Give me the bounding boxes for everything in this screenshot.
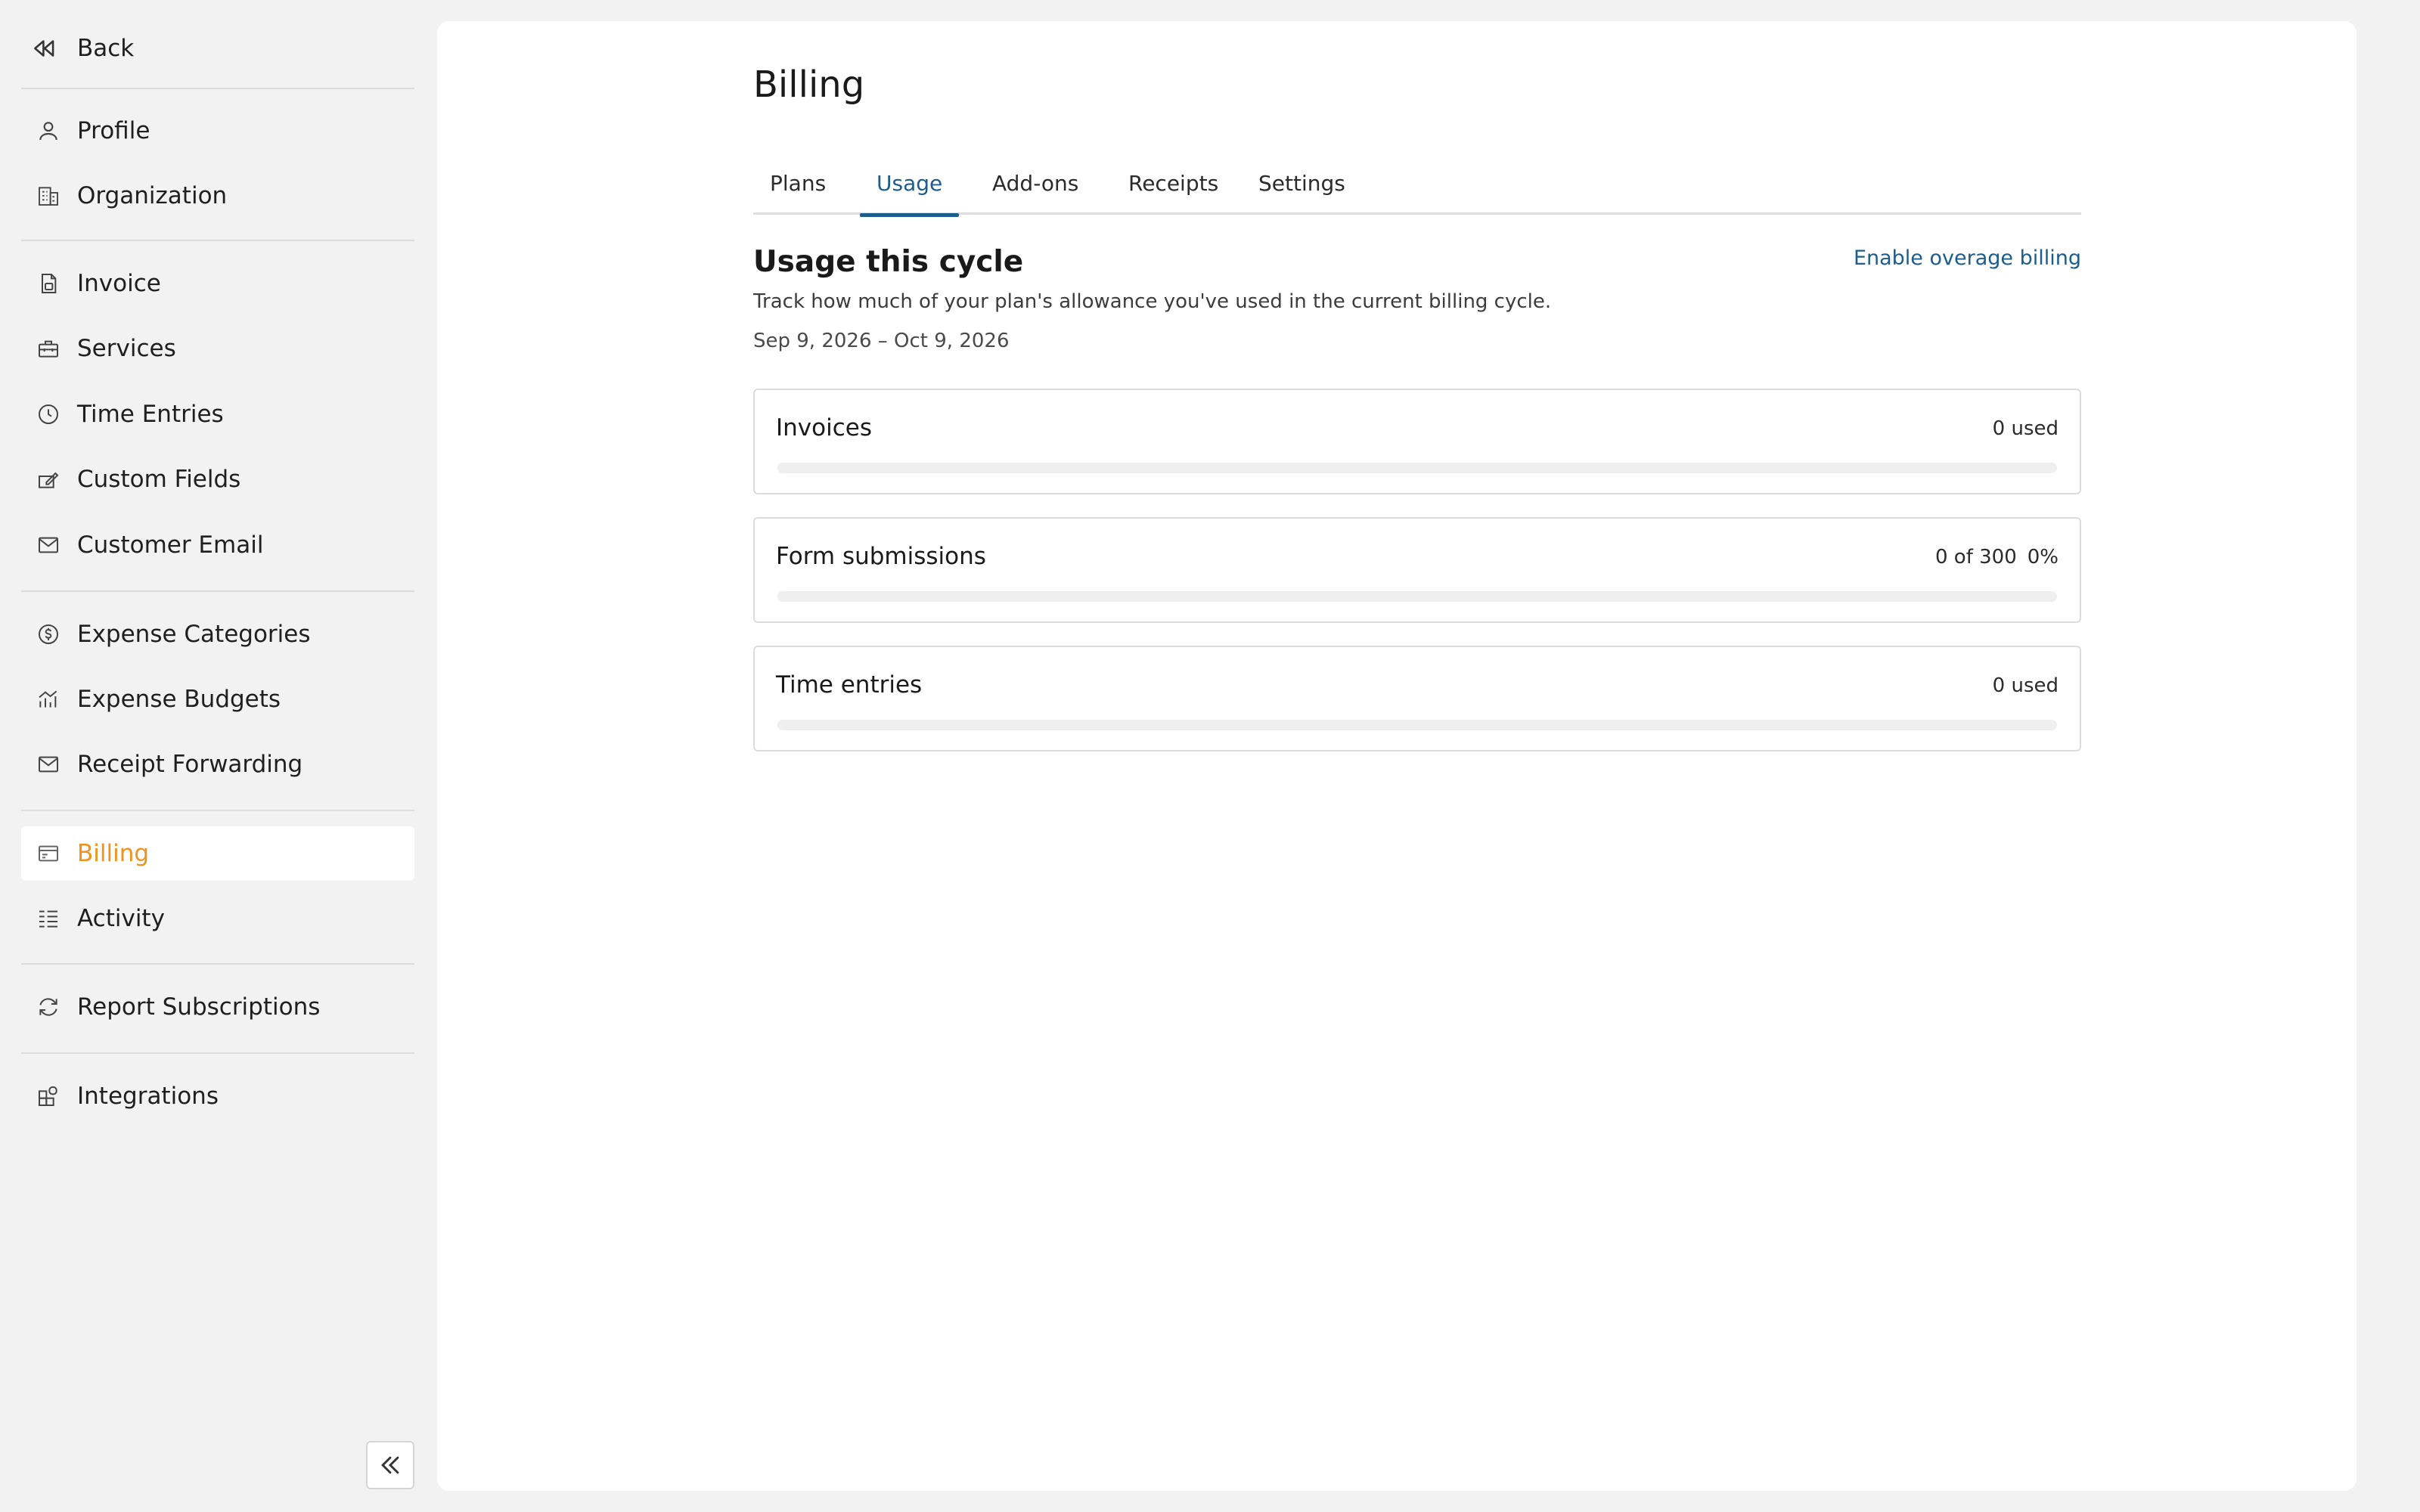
- sidebar-item-profile[interactable]: Profile: [21, 104, 414, 158]
- back-button[interactable]: Back: [30, 27, 134, 70]
- puzzle-icon: [39, 1086, 57, 1106]
- section-title: Usage this cycle: [753, 245, 1024, 279]
- coin-icon: [39, 624, 58, 644]
- sidebar-item-time-entries[interactable]: Time Entries: [21, 387, 414, 442]
- sidebar-item-label: Activity: [77, 905, 165, 932]
- collapse-sidebar-button[interactable]: [366, 1441, 414, 1489]
- tab-settings[interactable]: Settings: [1242, 151, 1362, 215]
- usage-card-form-submissions: Form submissions 0 of 300 0%: [753, 517, 2081, 623]
- clock-icon: [39, 404, 58, 424]
- usage-name: Time entries: [776, 671, 923, 699]
- usage-name: Invoices: [776, 414, 872, 442]
- tab-receipts[interactable]: Receipts: [1112, 151, 1235, 215]
- sidebar-item-label: Services: [77, 335, 176, 362]
- tab-usage[interactable]: Usage: [860, 151, 960, 217]
- document-icon: [42, 274, 57, 293]
- billing-tabs: Plans Usage Add-ons Receipts Settings: [753, 151, 2081, 217]
- divider: [21, 240, 414, 241]
- chart-icon: [39, 690, 57, 708]
- section-description: Track how much of your plan's allowance …: [753, 290, 1552, 313]
- sidebar-item-label: Expense Budgets: [77, 686, 281, 713]
- divider: [21, 810, 414, 811]
- sidebar-item-expense-budgets[interactable]: Expense Budgets: [21, 672, 414, 727]
- mail-icon: [39, 537, 58, 553]
- divider: [21, 590, 414, 592]
- user-icon: [39, 122, 57, 141]
- usage-progress-track: [777, 463, 2057, 473]
- sidebar-item-label: Billing: [77, 840, 150, 867]
- tab-add-ons[interactable]: Add-ons: [976, 151, 1095, 215]
- sidebar-item-label: Time Entries: [77, 401, 224, 428]
- enable-overage-billing-link[interactable]: Enable overage billing: [1854, 246, 2081, 270]
- sidebar-item-label: Customer Email: [77, 531, 264, 559]
- billing-cycle-range: Sep 9, 2026 – Oct 9, 2026: [753, 330, 1010, 352]
- back-label: Back: [77, 35, 135, 62]
- sidebar-item-activity[interactable]: Activity: [21, 891, 414, 946]
- usage-meta: 0 used: [1993, 674, 2059, 697]
- edit-field-icon: [39, 472, 59, 488]
- main-panel: Billing Plans Usage Add-ons Receipts Set…: [437, 21, 2356, 1491]
- divider: [21, 963, 414, 965]
- divider: [21, 1052, 414, 1054]
- usage-count: 0 of 300: [1934, 546, 2017, 569]
- usage-percent: 0%: [2027, 546, 2059, 569]
- sidebar-item-organization[interactable]: Organization: [21, 169, 414, 223]
- usage-count: 0 used: [1992, 674, 2059, 697]
- usage-progress-track: [777, 591, 2057, 602]
- sidebar-item-services[interactable]: Services: [21, 321, 414, 376]
- toolbox-icon: [39, 340, 58, 358]
- usage-card-time-entries: Time entries 0 used: [753, 646, 2081, 751]
- sidebar-item-report-subscriptions[interactable]: Report Subscriptions: [21, 980, 414, 1034]
- divider: [21, 88, 414, 89]
- sidebar-item-custom-fields[interactable]: Custom Fields: [21, 452, 414, 507]
- sidebar-item-label: Profile: [77, 117, 150, 144]
- tab-plans[interactable]: Plans: [753, 151, 842, 215]
- sidebar-item-label: Organization: [77, 182, 228, 209]
- sidebar-item-expense-categories[interactable]: Expense Categories: [21, 607, 414, 662]
- sidebar-item-label: Report Subscriptions: [77, 993, 321, 1021]
- sidebar-item-label: Invoice: [77, 270, 161, 297]
- building-icon: [39, 187, 58, 206]
- app: Back Profile Organization Invoice Servic…: [0, 0, 2420, 1512]
- sidebar-item-invoice[interactable]: Invoice: [21, 256, 414, 311]
- sidebar-item-label: Receipt Forwarding: [77, 751, 303, 778]
- sidebar-item-label: Custom Fields: [77, 466, 241, 493]
- usage-count: 0 used: [1992, 417, 2059, 440]
- sidebar-item-label: Expense Categories: [77, 621, 311, 648]
- double-chevron-left-icon: [381, 1456, 399, 1474]
- usage-card-invoices: Invoices 0 used: [753, 389, 2081, 494]
- usage-meta: 0 used: [1993, 417, 2059, 440]
- list-icon: [39, 910, 57, 928]
- sidebar-item-billing[interactable]: Billing: [21, 826, 414, 881]
- usage-meta: 0 of 300 0%: [1935, 546, 2059, 569]
- page-title: Billing: [753, 64, 865, 106]
- sidebar-item-receipt-forwarding[interactable]: Receipt Forwarding: [21, 737, 414, 792]
- refresh-icon: [39, 998, 57, 1016]
- usage-progress-track: [777, 720, 2057, 730]
- sidebar-item-customer-email[interactable]: Customer Email: [21, 518, 414, 572]
- rewind-icon: [34, 40, 54, 57]
- credit-card-icon: [39, 845, 58, 862]
- sidebar: Back Profile Organization Invoice Servic…: [0, 0, 436, 1512]
- sidebar-item-integrations[interactable]: Integrations: [21, 1069, 414, 1123]
- usage-name: Form submissions: [776, 543, 986, 570]
- mail-icon: [39, 756, 58, 773]
- sidebar-item-label: Integrations: [77, 1083, 219, 1110]
